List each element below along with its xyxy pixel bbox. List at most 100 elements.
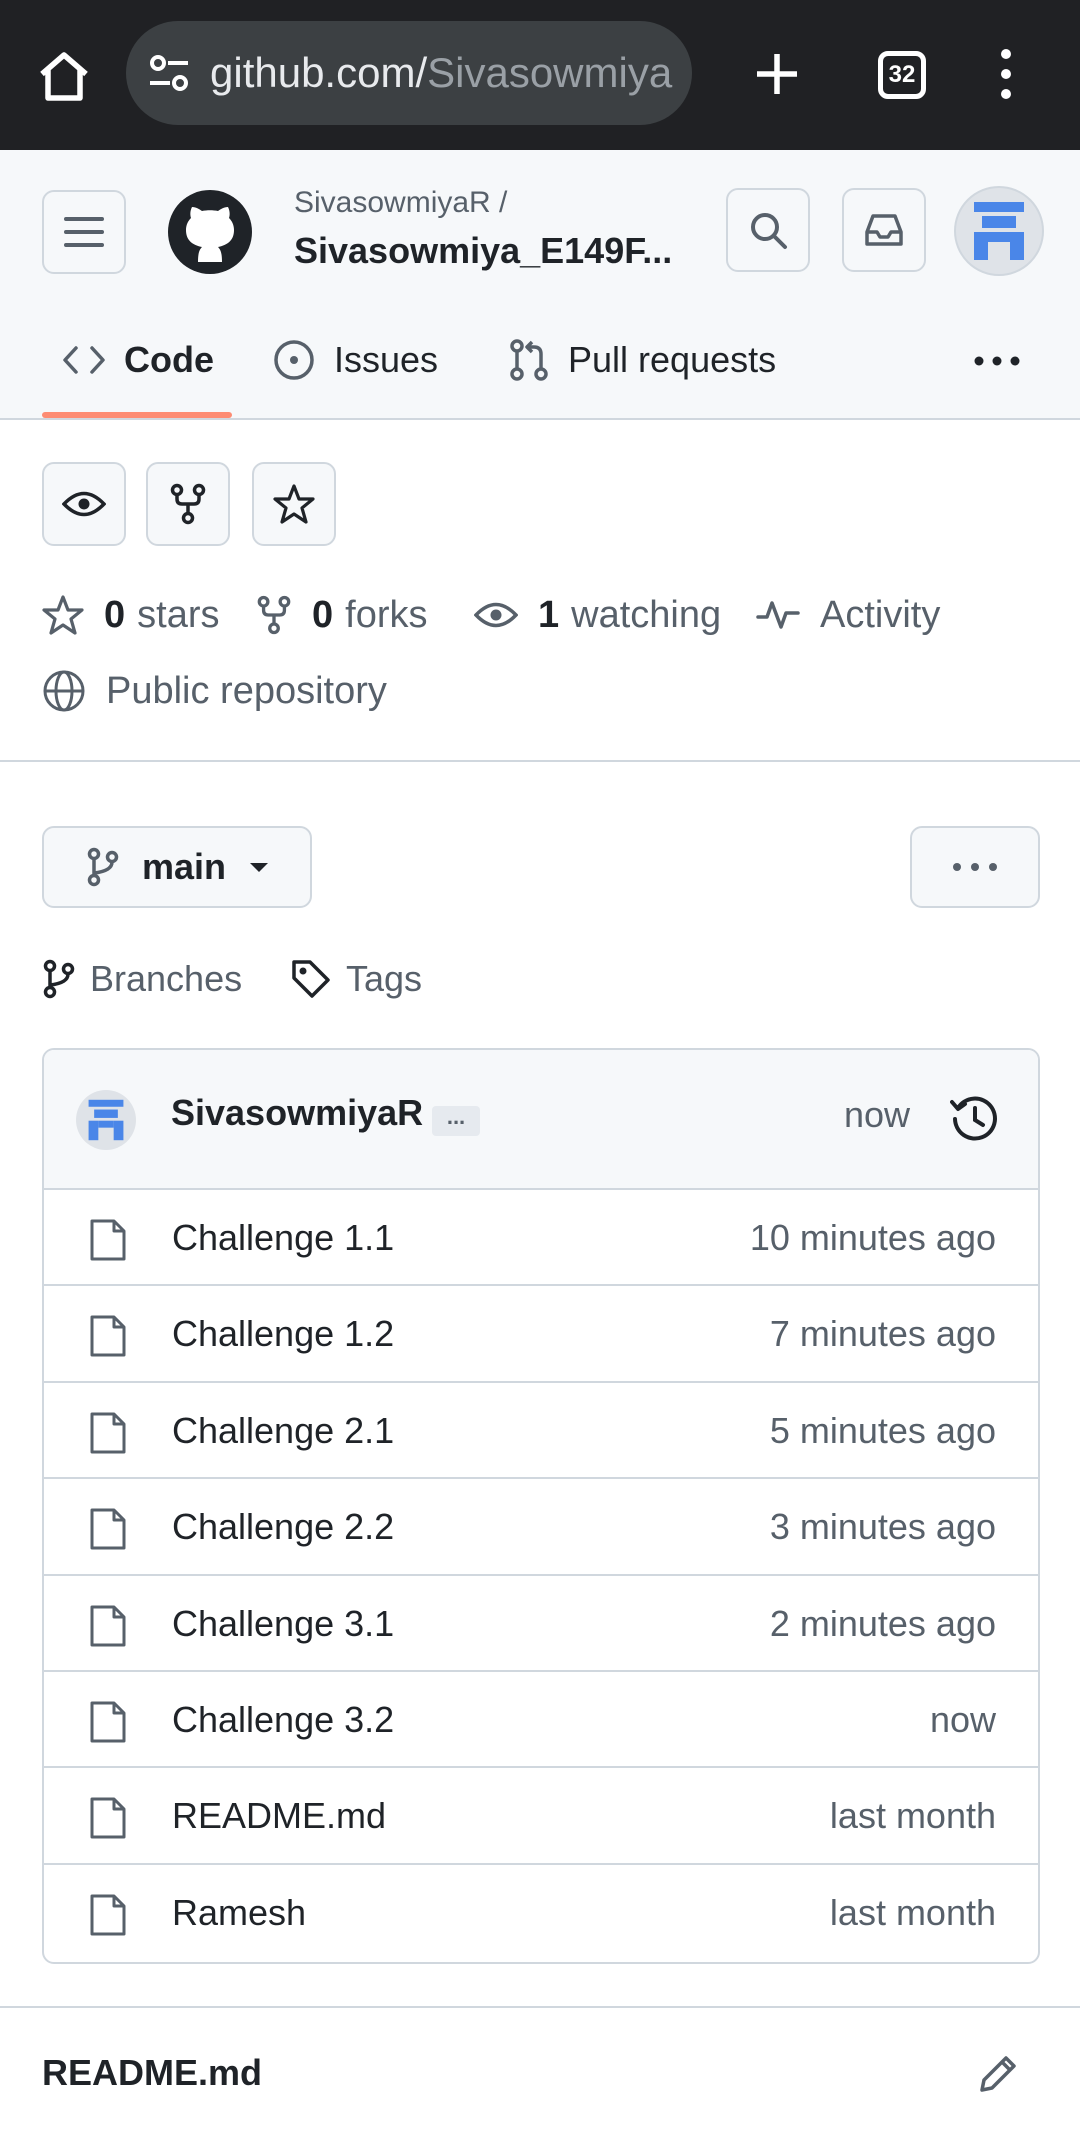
branches-link[interactable]: Branches xyxy=(42,950,242,1008)
file-icon xyxy=(90,1508,126,1550)
url-text: github.com/Sivasowmiya xyxy=(210,21,672,125)
commit-avatar[interactable] xyxy=(76,1090,136,1150)
file-row[interactable]: Challenge 2.1 5 minutes ago xyxy=(44,1383,1038,1480)
file-icon xyxy=(90,1219,126,1261)
star-icon xyxy=(273,484,315,524)
section-divider xyxy=(0,760,1080,762)
repo-more-button[interactable] xyxy=(910,826,1040,908)
public-repository-label: Public repository xyxy=(42,662,387,720)
branch-name: main xyxy=(142,846,227,887)
stars-label: stars xyxy=(137,593,220,636)
readme-divider xyxy=(0,2006,1080,2008)
stars-stat[interactable]: 0 stars xyxy=(42,586,220,644)
watch-button[interactable] xyxy=(42,462,126,546)
active-tab-indicator xyxy=(42,412,232,418)
avatar-identicon-icon xyxy=(88,1099,124,1141)
file-name[interactable]: Challenge 1.2 xyxy=(172,1286,394,1382)
branch-selector[interactable]: main xyxy=(42,826,312,908)
inbox-icon xyxy=(865,214,903,246)
site-settings-icon[interactable] xyxy=(146,51,192,97)
ellipsis-icon xyxy=(953,863,997,871)
file-name[interactable]: Ramesh xyxy=(172,1865,306,1961)
globe-icon xyxy=(43,670,85,712)
fork-button[interactable] xyxy=(146,462,230,546)
eye-icon xyxy=(62,491,106,517)
tab-code-label: Code xyxy=(124,339,214,380)
file-row[interactable]: Challenge 2.2 3 minutes ago xyxy=(44,1479,1038,1576)
pencil-icon[interactable] xyxy=(976,2052,1020,2096)
file-time: 10 minutes ago xyxy=(749,1217,996,1258)
history-icon[interactable] xyxy=(950,1094,1000,1144)
file-name[interactable]: README.md xyxy=(172,1768,386,1864)
pull-request-icon xyxy=(510,339,548,381)
readme-title: README.md xyxy=(42,2052,263,2093)
fork-icon xyxy=(170,483,206,525)
file-name[interactable]: Challenge 2.1 xyxy=(172,1383,394,1479)
github-logo-icon[interactable] xyxy=(168,190,252,274)
commit-author[interactable]: SivasowmiyaR xyxy=(171,1092,423,1134)
commit-time: now xyxy=(843,1094,910,1135)
file-name[interactable]: Challenge 3.1 xyxy=(172,1576,394,1672)
tab-pull-requests[interactable]: Pull requests xyxy=(508,325,776,395)
activity-label: Activity xyxy=(820,593,941,636)
more-tabs-icon[interactable] xyxy=(972,346,1022,376)
watching-stat[interactable]: 1 watching xyxy=(474,586,721,644)
star-button[interactable] xyxy=(252,462,336,546)
tab-code[interactable]: Code xyxy=(62,325,214,395)
tags-link[interactable]: Tags xyxy=(290,950,422,1008)
tab-issues[interactable]: Issues xyxy=(272,325,438,395)
branches-label: Branches xyxy=(90,958,243,999)
file-icon xyxy=(90,1605,126,1647)
file-row[interactable]: Challenge 3.1 2 minutes ago xyxy=(44,1576,1038,1672)
visibility-text: Public repository xyxy=(106,669,387,712)
browser-toolbar: github.com/Sivasowmiya 32 xyxy=(0,0,1080,150)
tag-icon xyxy=(292,960,330,998)
file-name[interactable]: Challenge 2.2 xyxy=(172,1479,394,1575)
url-path: Sivasowmiya xyxy=(427,49,673,96)
search-icon xyxy=(751,213,787,249)
file-row[interactable]: README.md last month xyxy=(44,1768,1038,1865)
repo-header: SivasowmiyaR / Sivasowmiya_E149F... Code xyxy=(0,150,1080,420)
file-row[interactable]: Challenge 1.2 7 minutes ago xyxy=(44,1286,1038,1383)
watching-count: 1 xyxy=(538,593,560,636)
commit-message-toggle[interactable]: ... xyxy=(432,1106,480,1136)
tabs-icon[interactable]: 32 xyxy=(878,51,926,99)
inbox-button[interactable] xyxy=(842,188,926,272)
file-time: 7 minutes ago xyxy=(769,1313,996,1355)
file-row[interactable]: Challenge 1.1 10 minutes ago xyxy=(44,1190,1038,1287)
file-time: last month xyxy=(829,1795,996,1837)
issue-icon xyxy=(274,340,314,380)
branch-icon xyxy=(87,847,119,887)
file-time: 3 minutes ago xyxy=(769,1506,996,1548)
address-bar[interactable]: github.com/Sivasowmiya xyxy=(126,21,692,125)
avatar-identicon-icon xyxy=(974,202,1024,260)
user-avatar[interactable] xyxy=(954,186,1044,276)
fork-outline-icon xyxy=(257,595,291,635)
file-time: 2 minutes ago xyxy=(769,1602,996,1644)
file-row[interactable]: Ramesh last month xyxy=(44,1865,1038,1961)
latest-commit-bar: SivasowmiyaR ... now xyxy=(44,1050,1038,1190)
file-icon xyxy=(90,1315,126,1357)
branch-icon xyxy=(43,959,75,999)
file-name[interactable]: Challenge 1.1 xyxy=(172,1190,394,1286)
activity-link[interactable]: Activity xyxy=(756,586,940,644)
file-time: 5 minutes ago xyxy=(769,1409,996,1451)
plus-icon[interactable] xyxy=(752,44,802,104)
file-name[interactable]: Challenge 3.2 xyxy=(172,1672,394,1768)
file-icon xyxy=(90,1894,126,1936)
url-host: github.com/ xyxy=(210,49,428,96)
eye-outline-icon xyxy=(474,602,518,628)
repo-owner[interactable]: SivasowmiyaR / xyxy=(294,186,507,220)
file-time: last month xyxy=(829,1891,996,1933)
forks-stat[interactable]: 0 forks xyxy=(256,586,428,644)
repo-name[interactable]: Sivasowmiya_E149F... xyxy=(294,230,672,272)
file-row[interactable]: Challenge 3.2 now xyxy=(44,1672,1038,1769)
file-time: now xyxy=(929,1698,996,1740)
kebab-menu-icon[interactable] xyxy=(990,46,1022,102)
search-button[interactable] xyxy=(726,188,810,272)
file-browser: SivasowmiyaR ... now Challenge 1.1 10 mi… xyxy=(42,1048,1040,1964)
forks-label: forks xyxy=(345,593,428,636)
file-icon xyxy=(90,1797,126,1839)
home-icon[interactable] xyxy=(34,46,94,106)
menu-button[interactable] xyxy=(42,190,126,274)
